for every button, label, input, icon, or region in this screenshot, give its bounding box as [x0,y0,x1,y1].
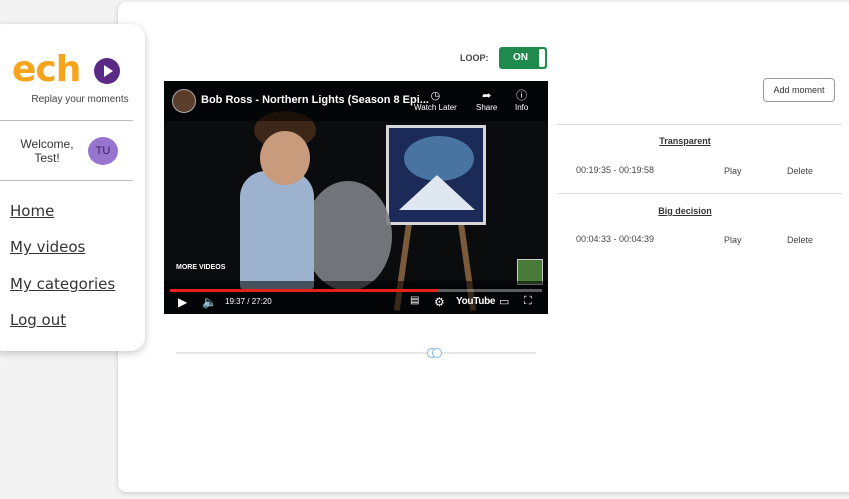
moment-separator [557,124,842,125]
captions-icon[interactable]: ▤ [410,295,419,306]
nav-home[interactable]: Home [10,202,54,220]
moment-delete-button[interactable]: Delete [787,166,813,176]
fullscreen-icon[interactable]: ⛶ [524,295,532,308]
info-icon: ⓘ [516,90,528,102]
toggle-knob [539,49,545,67]
moment-range-slider[interactable] [176,352,536,354]
loop-label: LOOP: [460,53,489,63]
nav-my-videos[interactable]: My videos [10,238,85,256]
sidebar: ech Replay your moments Welcome, Test! T… [0,24,145,351]
moment-time-range: 00:19:35 - 00:19:58 [576,165,655,175]
sidebar-divider [0,120,133,121]
clock-icon: ◷ [430,90,441,102]
moment-time-range: 00:04:33 - 00:04:39 [576,234,655,244]
moment-title: Big decision [658,206,712,216]
person-body [240,171,314,291]
progress-bar[interactable] [170,289,542,292]
cast-icon[interactable]: ▭ [499,295,509,308]
share-button[interactable]: ➦ Share [476,89,497,112]
more-videos-label[interactable]: MORE VIDEOS [176,264,225,271]
loop-state: ON [513,52,528,63]
moment-play-button[interactable]: Play [724,166,742,176]
logo-text: ech [12,49,81,90]
video-title[interactable]: Bob Ross - Northern Lights (Season 8 Epi… [201,94,429,106]
moment-separator [557,193,842,194]
info-label: Info [515,103,529,112]
tagline: Replay your moments [31,94,129,105]
palette [304,181,392,291]
watch-later-button[interactable]: ◷ Watch Later [414,89,457,112]
avatar[interactable]: TU [88,137,118,165]
logo-play-icon [94,58,120,84]
moment-title: Transparent [659,136,711,146]
time-readout: 19:37 / 27:20 [225,297,272,306]
share-icon: ➦ [482,90,492,102]
share-label: Share [476,103,498,112]
play-icon[interactable]: ▶ [178,295,187,309]
youtube-logo[interactable]: YouTube [456,296,496,307]
nav-my-categories[interactable]: My categories [10,275,115,293]
person-head [260,131,310,185]
welcome-text: Welcome, Test! [20,137,74,165]
channel-avatar[interactable] [172,89,196,113]
add-moment-button[interactable]: Add moment [763,78,835,102]
progress-fill [170,289,437,292]
moment-delete-button[interactable]: Delete [787,235,813,245]
painting-canvas [386,125,486,225]
painting-mountain [399,175,475,210]
watch-later-label: Watch Later [414,103,457,112]
nav-log-out[interactable]: Log out [10,311,66,329]
loop-toggle[interactable]: ON [499,47,547,69]
settings-gear-icon[interactable]: ⚙ [434,295,445,309]
echo-logo[interactable]: ech [12,52,122,88]
info-button[interactable]: ⓘ Info [515,89,528,112]
volume-icon[interactable]: 🔈 [202,295,217,309]
moment-play-button[interactable]: Play [724,235,742,245]
youtube-player[interactable]: Bob Ross - Northern Lights (Season 8 Epi… [164,81,548,314]
sidebar-divider [0,180,133,181]
